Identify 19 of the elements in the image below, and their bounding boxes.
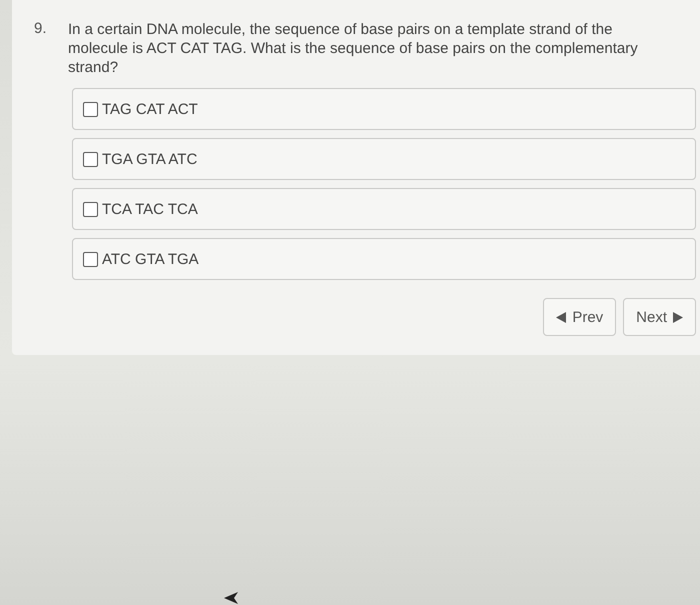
answer-option[interactable]: ATC GTA TGA: [72, 238, 696, 280]
option-label: TAG CAT ACT: [102, 100, 198, 118]
option-label: TGA GTA ATC: [102, 150, 198, 168]
answer-option[interactable]: TCA TAC TCA: [72, 188, 696, 230]
prev-button[interactable]: Prev: [543, 298, 616, 336]
answer-option[interactable]: TGA GTA ATC: [72, 138, 696, 180]
checkbox[interactable]: [83, 152, 98, 166]
checkbox[interactable]: [83, 202, 98, 216]
cursor-icon: [224, 592, 238, 604]
next-button[interactable]: Next: [623, 298, 696, 336]
checkbox[interactable]: [83, 252, 98, 266]
checkbox[interactable]: [83, 102, 98, 116]
question-number: 9.: [34, 20, 48, 39]
right-triangle-icon: [673, 312, 683, 322]
option-label: ATC GTA TGA: [102, 250, 199, 268]
question-text: In a certain DNA molecule, the sequence of base pairs on a template strand of the molecule is ACT CAT TAG. What is the sequence of base pairs on the complementary strand?: [68, 20, 639, 77]
answer-option[interactable]: TAG CAT ACT: [72, 88, 696, 130]
left-triangle-icon: [556, 312, 566, 322]
option-label: TCA TAC TCA: [102, 200, 198, 218]
